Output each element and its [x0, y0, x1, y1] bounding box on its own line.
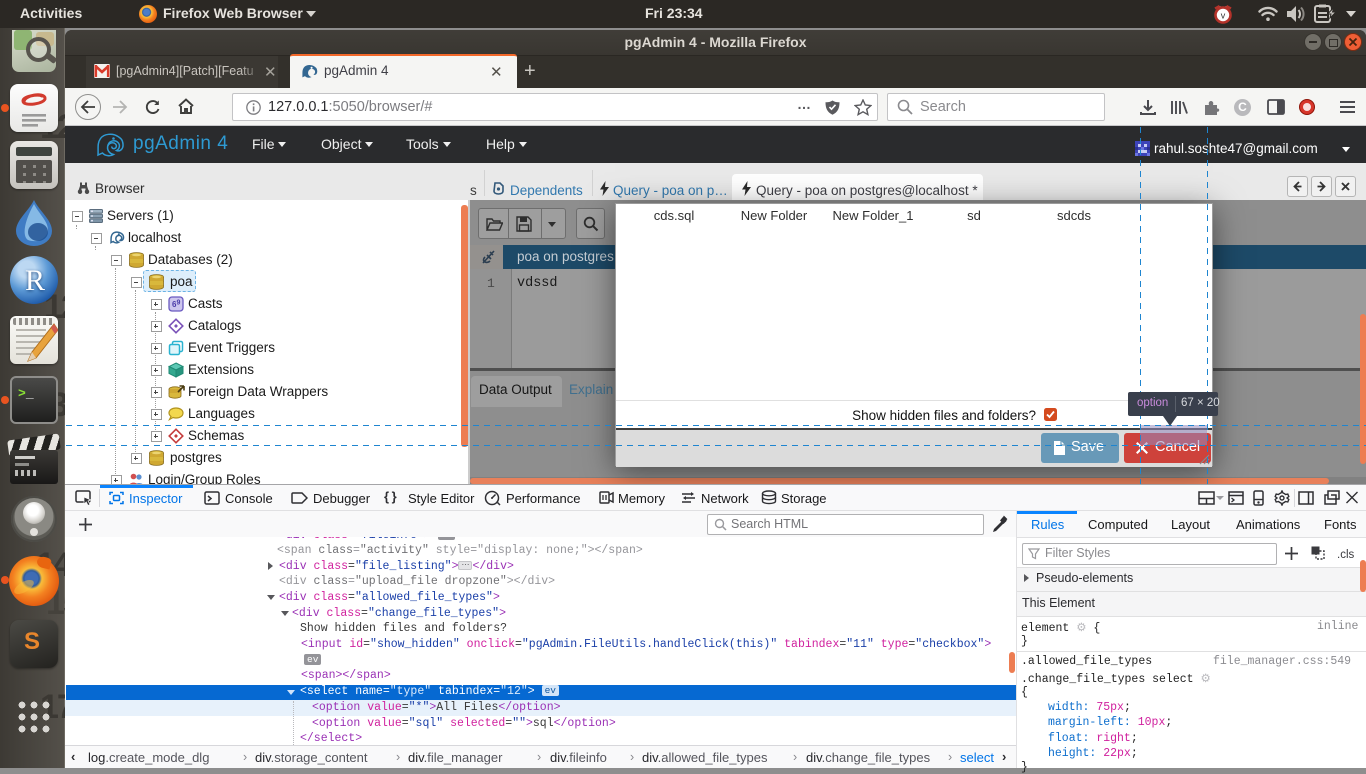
svg-text:v: v — [1221, 11, 1226, 21]
svg-text:9: 9 — [177, 300, 181, 307]
